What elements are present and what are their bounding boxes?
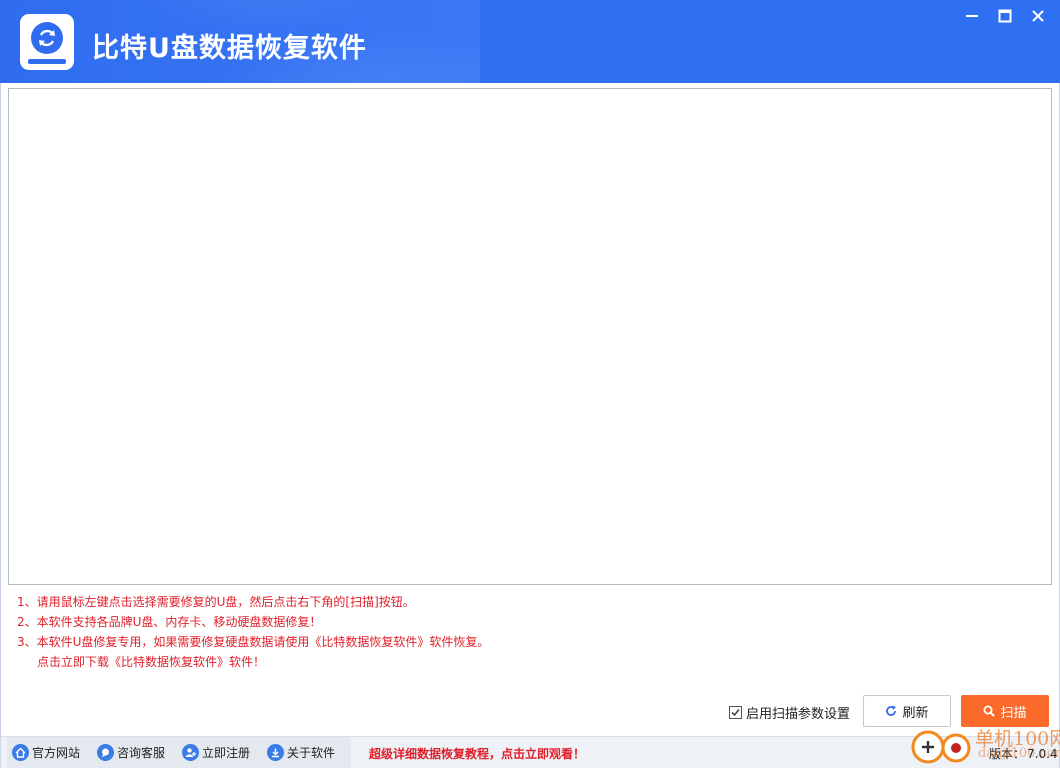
version-value: 7.0.4 (1027, 747, 1058, 761)
notice-1: 1、请用鼠标左键点击选择需要修复的U盘，然后点击右下角的[扫描]按钮。 (17, 595, 415, 609)
version-info: 版本： 7.0.4 (989, 745, 1058, 762)
customer-service-label: 咨询客服 (117, 746, 166, 760)
title-bar: 比特U盘数据恢复软件 (0, 0, 1060, 83)
refresh-button[interactable]: 刷新 (863, 695, 951, 727)
app-logo-icon (20, 14, 74, 70)
status-bar: 官方网站 咨询客服 立即注册 关于软件 超级详细数据恢复教程，点击立即观看！ 版… (1, 736, 1059, 768)
tutorial-link[interactable]: 超级详细数据恢复教程，点击立即观看！ (369, 745, 585, 762)
scan-label: 扫描 (1000, 705, 1027, 721)
maximize-icon (998, 9, 1011, 23)
official-site-link[interactable]: 官方网站 (12, 744, 80, 761)
about-link[interactable]: 关于软件 (267, 744, 335, 761)
refresh-icon (886, 705, 897, 716)
window-controls (955, 4, 1054, 28)
refresh-disk-icon (31, 22, 63, 54)
chat-icon (97, 744, 115, 761)
about-label: 关于软件 (287, 746, 336, 760)
check-icon (731, 709, 740, 717)
download-link[interactable]: 点击立即下载《比特数据恢复软件》软件！ (17, 652, 489, 672)
official-site-label: 官方网站 (32, 746, 81, 760)
register-label: 立即注册 (202, 746, 251, 760)
minimize-icon (965, 15, 978, 17)
app-title: 比特U盘数据恢复软件 (92, 33, 367, 64)
close-icon (1031, 10, 1044, 22)
register-link[interactable]: 立即注册 (182, 744, 250, 761)
scan-params-checkbox[interactable] (729, 706, 742, 719)
refresh-label: 刷新 (902, 705, 929, 721)
notice-2: 2、本软件支持各品牌U盘、内存卡、移动硬盘数据修复！ (17, 615, 322, 629)
minimize-button[interactable] (955, 4, 988, 28)
notice-list: 1、请用鼠标左键点击选择需要修复的U盘，然后点击右下角的[扫描]按钮。 2、本软… (17, 592, 489, 672)
notice-3: 3、本软件U盘修复专用，如果需要修复硬盘数据请使用《比特数据恢复软件》软件恢复。 (17, 635, 490, 649)
drive-list[interactable] (8, 88, 1052, 585)
info-icon (267, 744, 285, 761)
status-links: 官方网站 咨询客服 立即注册 关于软件 (7, 737, 351, 768)
scan-params-toggle[interactable]: 启用扫描参数设置 (729, 703, 850, 722)
maximize-button[interactable] (988, 4, 1021, 28)
customer-service-link[interactable]: 咨询客服 (97, 744, 165, 761)
scan-button[interactable]: 扫描 (961, 695, 1049, 727)
scan-params-label: 启用扫描参数设置 (746, 707, 851, 722)
user-add-icon (182, 744, 200, 761)
close-button[interactable] (1021, 4, 1054, 28)
home-icon (12, 744, 29, 761)
version-label: 版本： (989, 747, 1026, 761)
search-icon (983, 705, 996, 717)
disk-slot (28, 59, 66, 64)
